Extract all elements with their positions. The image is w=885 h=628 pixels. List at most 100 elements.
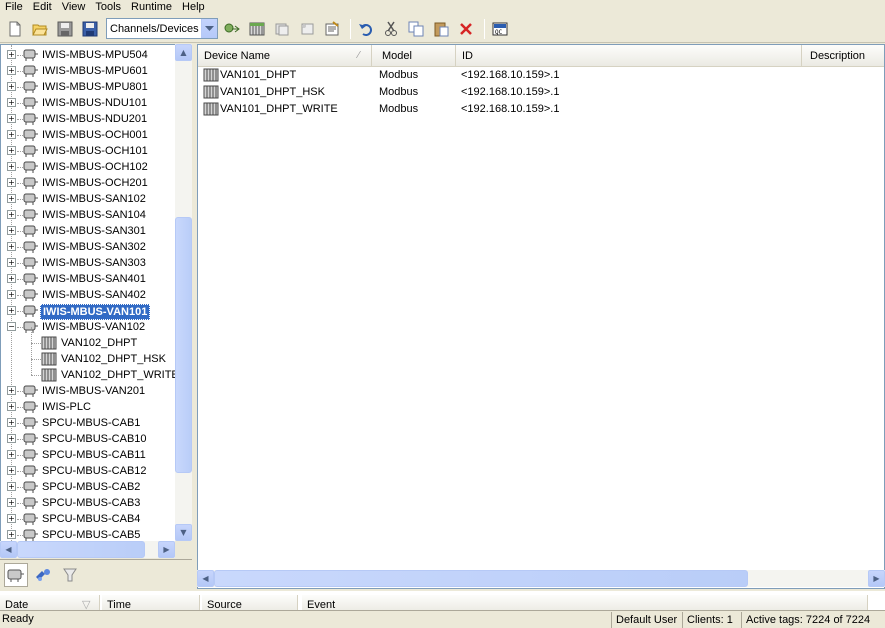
list-item[interactable]: VAN101_DHPT Modbus <192.168.10.159>.1 <box>198 67 884 84</box>
expand-icon[interactable]: + <box>7 242 16 251</box>
tree-channel-node[interactable]: + SPCU-MBUS-CAB2 <box>1 479 176 495</box>
expand-icon[interactable]: + <box>7 530 16 539</box>
tree-channel-node[interactable]: + IWIS-MBUS-SAN104 <box>1 207 176 223</box>
new-tag-icon[interactable] <box>296 18 318 40</box>
tree-channel-node[interactable]: + IWIS-MBUS-MPU601 <box>1 63 176 79</box>
tree-channel-node[interactable]: + IWIS-MBUS-SAN303 <box>1 255 176 271</box>
expand-icon[interactable]: + <box>7 146 16 155</box>
save-icon[interactable] <box>54 18 76 40</box>
expand-icon[interactable]: + <box>7 402 16 411</box>
tree-channel-node[interactable]: + IWIS-MBUS-OCH201 <box>1 175 176 191</box>
expand-icon[interactable]: + <box>7 130 16 139</box>
menu-help[interactable]: Help <box>177 1 210 13</box>
expand-icon[interactable]: + <box>7 498 16 507</box>
tree-channel-node[interactable]: + IWIS-MBUS-SAN302 <box>1 239 176 255</box>
tree-channel-node[interactable]: + SPCU-MBUS-CAB12 <box>1 463 176 479</box>
tree-channel-node[interactable]: + IWIS-MBUS-OCH001 <box>1 127 176 143</box>
tree-device-node[interactable]: VAN102_DHPT_WRITE <box>1 359 179 383</box>
plugins-tab-icon[interactable] <box>31 563 55 587</box>
tree-channel-node[interactable]: + IWIS-MBUS-SAN301 <box>1 223 176 239</box>
expand-icon[interactable]: + <box>7 258 16 267</box>
list-item[interactable]: VAN101_DHPT_HSK Modbus <192.168.10.159>.1 <box>198 84 884 101</box>
tree-scroll-thumb[interactable] <box>175 217 192 473</box>
properties-icon[interactable] <box>321 18 343 40</box>
column-description[interactable]: Description <box>804 45 884 67</box>
new-channel-icon[interactable] <box>221 18 243 40</box>
expand-icon[interactable]: + <box>7 98 16 107</box>
tree-hscroll-thumb[interactable] <box>17 541 145 558</box>
expand-icon[interactable]: + <box>7 66 16 75</box>
expand-icon[interactable]: + <box>7 306 16 315</box>
menu-view[interactable]: View <box>57 1 91 13</box>
chevron-down-icon[interactable] <box>201 19 217 38</box>
save-as-icon[interactable] <box>79 18 101 40</box>
expand-icon[interactable]: + <box>7 514 16 523</box>
expand-icon[interactable]: + <box>7 274 16 283</box>
tree-device-node[interactable]: VAN102_DHPT_HSK <box>1 343 176 367</box>
device-list[interactable]: Device Name ⁄ Model ID Description VAN10… <box>197 44 885 589</box>
new-tag-group-icon[interactable] <box>271 18 293 40</box>
new-file-icon[interactable] <box>4 18 26 40</box>
expand-icon[interactable]: + <box>7 194 16 203</box>
list-horizontal-scrollbar[interactable]: ◀ ▶ <box>197 570 885 587</box>
tree-channel-node[interactable]: + IWIS-MBUS-OCH102 <box>1 159 176 175</box>
tree-vertical-scrollbar[interactable]: ▲ ▼ <box>175 44 192 541</box>
expand-icon[interactable]: + <box>7 434 16 443</box>
expand-icon[interactable]: + <box>7 466 16 475</box>
expand-icon[interactable]: + <box>7 162 16 171</box>
tree-channel-node[interactable]: + IWIS-MBUS-SAN402 <box>1 287 176 303</box>
tree-device-node[interactable]: VAN102_DHPT <box>1 327 176 351</box>
menu-tools[interactable]: Tools <box>90 1 126 13</box>
tree-channel-node[interactable]: + SPCU-MBUS-CAB1 <box>1 415 176 431</box>
expand-icon[interactable]: + <box>7 226 16 235</box>
expand-icon[interactable]: + <box>7 482 16 491</box>
menu-edit[interactable]: Edit <box>28 1 57 13</box>
scroll-right-icon[interactable]: ▶ <box>868 570 885 587</box>
expand-icon[interactable]: + <box>7 290 16 299</box>
view-select[interactable]: Channels/Devices <box>106 18 218 39</box>
scroll-up-icon[interactable]: ▲ <box>175 44 192 61</box>
list-hscroll-thumb[interactable] <box>214 570 748 587</box>
alias-tab-icon[interactable] <box>58 563 82 587</box>
expand-icon[interactable]: + <box>7 210 16 219</box>
expand-icon[interactable]: + <box>7 50 16 59</box>
quick-client-icon[interactable]: QC <box>489 18 511 40</box>
tree-channel-node[interactable]: + IWIS-PLC <box>1 399 176 415</box>
tree-channel-node[interactable]: + SPCU-MBUS-CAB4 <box>1 511 176 527</box>
tree-channel-node[interactable]: − IWIS-MBUS-VAN102 <box>1 319 176 335</box>
expand-icon[interactable]: + <box>7 418 16 427</box>
tree-channel-node[interactable]: + IWIS-MBUS-OCH101 <box>1 143 176 159</box>
collapse-icon[interactable]: − <box>7 322 16 331</box>
tree-channel-node[interactable]: + IWIS-MBUS-SAN401 <box>1 271 176 287</box>
copy-icon[interactable] <box>405 18 427 40</box>
tree-channel-node[interactable]: + IWIS-MBUS-NDU201 <box>1 111 176 127</box>
tree-channel-node[interactable]: + IWIS-MBUS-VAN201 <box>1 383 176 399</box>
tree-channel-node[interactable]: + IWIS-MBUS-SAN102 <box>1 191 176 207</box>
delete-icon[interactable] <box>455 18 477 40</box>
tree-channel-node[interactable]: + SPCU-MBUS-CAB10 <box>1 431 176 447</box>
cut-icon[interactable] <box>380 18 402 40</box>
tree-horizontal-scrollbar[interactable]: ◀ ▶ <box>0 541 175 558</box>
menu-runtime[interactable]: Runtime <box>126 1 177 13</box>
tree-channel-node[interactable]: + IWIS-MBUS-VAN101 <box>1 303 176 320</box>
column-device-name[interactable]: Device Name <box>198 45 372 67</box>
column-id[interactable]: ID <box>456 45 802 67</box>
scroll-right-icon[interactable]: ▶ <box>158 541 175 558</box>
menu-file[interactable]: File <box>0 1 28 13</box>
column-model[interactable]: Model <box>376 45 456 67</box>
tree-channel-node[interactable]: + SPCU-MBUS-CAB11 <box>1 447 176 463</box>
expand-icon[interactable]: + <box>7 386 16 395</box>
new-device-icon[interactable] <box>246 18 268 40</box>
expand-icon[interactable]: + <box>7 82 16 91</box>
channel-tree[interactable]: + IWIS-MBUS-MPU504 + IWIS-MBUS-MPU601 + IWIS-… <box>0 44 192 558</box>
tree-channel-node[interactable]: + IWIS-MBUS-NDU101 <box>1 95 176 111</box>
expand-icon[interactable]: + <box>7 450 16 459</box>
open-folder-icon[interactable] <box>29 18 51 40</box>
list-item[interactable]: VAN101_DHPT_WRITE Modbus <192.168.10.159>.… <box>198 101 884 118</box>
paste-icon[interactable] <box>430 18 452 40</box>
tree-channel-node[interactable]: + IWIS-MBUS-MPU504 <box>1 47 176 63</box>
channels-tab-icon[interactable] <box>4 562 28 587</box>
tree-channel-node[interactable]: + IWIS-MBUS-MPU801 <box>1 79 176 95</box>
scroll-left-icon[interactable]: ◀ <box>0 541 17 558</box>
undo-icon[interactable] <box>355 18 377 40</box>
